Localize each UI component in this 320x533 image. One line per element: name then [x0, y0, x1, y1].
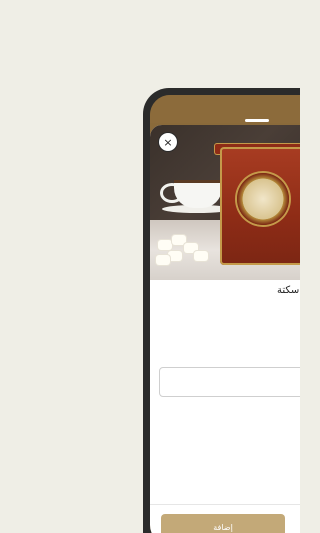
close-button[interactable]: ×	[159, 133, 177, 151]
product-title: سكتة	[277, 285, 300, 296]
status-bar	[150, 95, 300, 123]
phone-screen: × سكتة إضافة	[150, 95, 300, 533]
sheet-grabber[interactable]	[245, 119, 269, 122]
add-button-label: إضافة	[213, 522, 233, 532]
product-image: ×	[150, 125, 300, 280]
note-input[interactable]	[159, 367, 300, 397]
lokum-piece	[194, 251, 208, 261]
lokum-piece	[158, 240, 172, 250]
add-button[interactable]: إضافة	[161, 514, 285, 533]
lokum-piece	[156, 255, 170, 265]
lokum-piece	[168, 251, 182, 261]
product-sheet: × سكتة إضافة	[150, 125, 300, 533]
coffee-tin-medal	[237, 173, 289, 225]
coffee-cup	[174, 180, 222, 208]
footer-divider	[150, 504, 300, 505]
app-preview-page: × سكتة إضافة	[0, 0, 300, 533]
close-icon: ×	[163, 135, 173, 149]
